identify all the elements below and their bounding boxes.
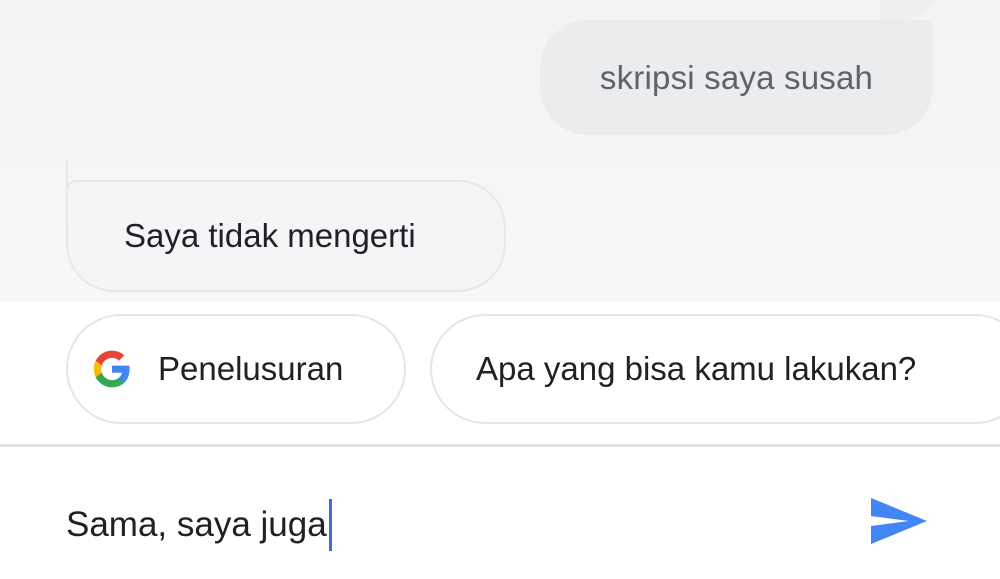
suggestion-chips: Penelusuran Apa yang bisa kamu lakukan? xyxy=(0,302,1000,444)
user-message-text: skripsi saya susah xyxy=(599,58,874,96)
send-button[interactable] xyxy=(866,493,932,549)
google-g-icon xyxy=(93,350,130,388)
previous-message-bubble xyxy=(880,0,940,20)
message-composer: Sama, saya juga xyxy=(0,447,1000,579)
search-chip-label: Penelusuran xyxy=(158,350,344,387)
search-suggestion-chip[interactable]: Penelusuran xyxy=(66,314,406,424)
chat-history: skripsi saya susah Saya tidak mengerti xyxy=(0,0,1000,302)
capabilities-chip-label: Apa yang bisa kamu lakukan? xyxy=(476,350,917,387)
message-input-value: Sama, saya juga xyxy=(66,505,327,544)
assistant-message-bubble: Saya tidak mengerti xyxy=(66,180,506,292)
send-icon xyxy=(871,498,927,544)
user-message-bubble: skripsi saya susah xyxy=(540,20,933,135)
assistant-message-text: Saya tidak mengerti xyxy=(124,217,416,254)
capabilities-suggestion-chip[interactable]: Apa yang bisa kamu lakukan? xyxy=(430,314,1000,424)
text-caret xyxy=(328,499,332,551)
message-input[interactable]: Sama, saya juga xyxy=(66,499,332,551)
